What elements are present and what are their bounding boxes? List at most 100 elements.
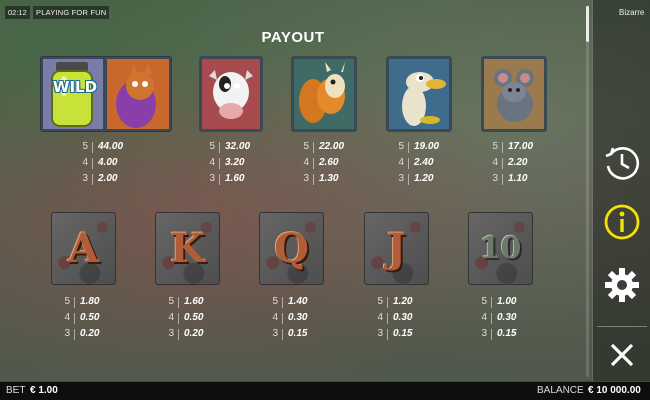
gear-icon xyxy=(605,268,639,302)
payout-value: 22.00 xyxy=(319,141,345,152)
payout-value: 19.00 xyxy=(414,141,440,152)
page-title: PAYOUT xyxy=(261,29,325,46)
symbol-10: 10 xyxy=(468,212,533,285)
payout-value: 0.15 xyxy=(497,328,517,339)
match-count: 4 xyxy=(398,157,404,168)
payout-row: 4 3.20 xyxy=(207,155,287,171)
payout-value: 1.40 xyxy=(288,296,308,307)
symbol-a: A xyxy=(51,212,116,285)
side-divider xyxy=(597,326,647,327)
match-count: 4 xyxy=(481,312,487,323)
divider xyxy=(92,142,93,153)
divider xyxy=(219,158,220,169)
card-letter: Q xyxy=(274,225,309,272)
match-count: 4 xyxy=(272,312,278,323)
card-letter: A xyxy=(67,225,100,272)
match-count: 5 xyxy=(398,141,404,152)
divider xyxy=(502,142,503,153)
payout-table-cow: 5 32.00 4 3.20 3 1.60 xyxy=(207,139,287,187)
match-count: 3 xyxy=(492,173,498,184)
divider xyxy=(282,329,283,340)
payout-table-duck: 5 19.00 4 2.40 3 1.20 xyxy=(396,139,476,187)
payout-value: 0.30 xyxy=(288,312,308,323)
match-count: 5 xyxy=(209,141,215,152)
match-count: 3 xyxy=(398,173,404,184)
payout-value: 17.00 xyxy=(508,141,534,152)
divider xyxy=(282,313,283,324)
payout-value: 0.50 xyxy=(184,312,204,323)
payout-row: 5 1.20 xyxy=(375,294,455,310)
match-count: 4 xyxy=(64,312,70,323)
divider xyxy=(178,313,179,324)
match-count: 4 xyxy=(303,157,309,168)
payout-table-squirrel-goat: 5 22.00 4 2.60 3 1.30 xyxy=(301,139,381,187)
match-count: 3 xyxy=(209,173,215,184)
symbol-q: Q xyxy=(259,212,324,285)
payout-row: 5 22.00 xyxy=(301,139,381,155)
match-count: 5 xyxy=(168,296,174,307)
payout-value: 0.30 xyxy=(497,312,517,323)
payout-table-mouse: 5 17.00 4 2.20 3 1.10 xyxy=(490,139,570,187)
payout-value: 0.15 xyxy=(288,328,308,339)
divider xyxy=(491,329,492,340)
symbol-squirrel-goat xyxy=(291,56,357,132)
symbol-cow xyxy=(199,56,263,132)
scrollbar-track[interactable] xyxy=(586,5,589,377)
match-count: 3 xyxy=(64,328,70,339)
match-count: 3 xyxy=(481,328,487,339)
payout-table-j: 5 1.20 4 0.30 3 0.15 xyxy=(375,294,455,342)
settings-button[interactable] xyxy=(603,266,641,304)
close-icon xyxy=(610,343,634,367)
divider xyxy=(74,329,75,340)
game-name: Bizarre xyxy=(619,8,645,17)
payout-row: 4 0.30 xyxy=(270,310,350,326)
close-button[interactable] xyxy=(603,336,641,374)
match-count: 5 xyxy=(272,296,278,307)
match-count: 5 xyxy=(481,296,487,307)
history-button[interactable] xyxy=(603,144,641,182)
payout-row: 5 32.00 xyxy=(207,139,287,155)
payout-value: 1.00 xyxy=(497,296,517,307)
divider xyxy=(92,174,93,185)
payout-row: 5 1.40 xyxy=(270,294,350,310)
match-count: 4 xyxy=(168,312,174,323)
payout-row: 3 0.15 xyxy=(479,326,559,342)
payout-value: 0.15 xyxy=(393,328,413,339)
scrollbar-thumb[interactable] xyxy=(586,6,589,42)
divider xyxy=(491,297,492,308)
match-count: 5 xyxy=(492,141,498,152)
payout-row: 4 0.30 xyxy=(479,310,559,326)
payout-value: 0.20 xyxy=(80,328,100,339)
payout-value: 0.50 xyxy=(80,312,100,323)
divider xyxy=(282,297,283,308)
payout-row: 4 0.50 xyxy=(166,310,246,326)
divider xyxy=(219,142,220,153)
side-panel: Bizarre xyxy=(592,0,650,381)
divider xyxy=(313,174,314,185)
match-count: 4 xyxy=(82,157,88,168)
payout-row: 5 44.00 xyxy=(80,139,160,155)
match-count: 3 xyxy=(82,173,88,184)
symbol-wild: WILD xyxy=(40,56,172,132)
match-count: 5 xyxy=(303,141,309,152)
payout-value: 1.30 xyxy=(319,173,339,184)
match-count: 4 xyxy=(377,312,383,323)
payout-row: 4 4.00 xyxy=(80,155,160,171)
clock: 02:12 xyxy=(5,6,30,19)
history-icon xyxy=(605,147,640,180)
divider xyxy=(387,297,388,308)
payout-row: 3 1.20 xyxy=(396,171,476,187)
payout-row: 3 1.60 xyxy=(207,171,287,187)
info-button[interactable] xyxy=(603,203,641,241)
divider xyxy=(178,329,179,340)
match-count: 4 xyxy=(492,157,498,168)
wild-label: WILD xyxy=(52,78,98,96)
payout-row: 3 0.15 xyxy=(375,326,455,342)
payout-value: 2.60 xyxy=(319,157,339,168)
payout-row: 5 1.60 xyxy=(166,294,246,310)
divider xyxy=(491,313,492,324)
card-letter: K xyxy=(170,225,205,272)
payout-value: 0.30 xyxy=(393,312,413,323)
payout-row: 5 1.80 xyxy=(62,294,142,310)
match-count: 3 xyxy=(377,328,383,339)
